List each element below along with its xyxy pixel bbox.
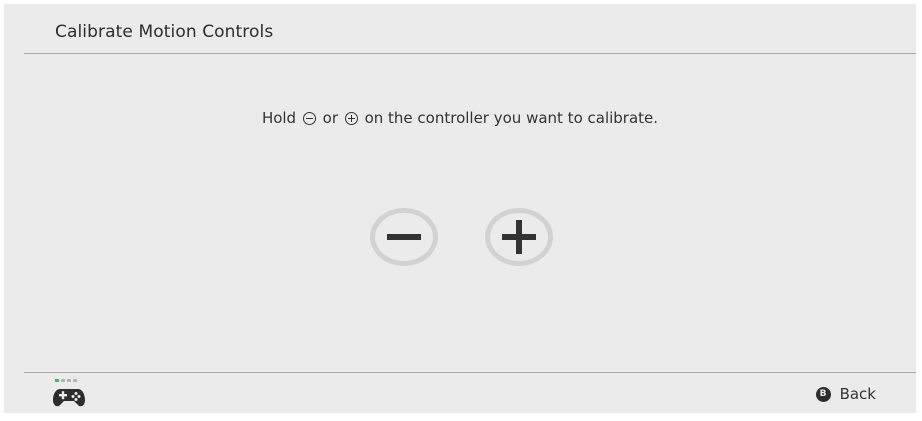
controller-status <box>52 379 86 409</box>
player-indicator-leds <box>55 379 77 382</box>
instruction-hold: Hold <box>261 109 297 127</box>
footer-divider <box>24 372 916 373</box>
instruction-or: or <box>322 109 339 127</box>
player-led-1 <box>55 379 59 382</box>
gamepad-icon <box>53 389 85 407</box>
inline-plus-icon <box>344 112 358 125</box>
minus-button[interactable] <box>370 208 438 266</box>
header-divider <box>24 53 916 54</box>
player-led-2 <box>61 379 65 382</box>
player-led-3 <box>67 379 71 382</box>
minus-icon <box>387 234 421 240</box>
calibrate-motion-screen: Calibrate Motion Controls Hold or on the… <box>4 4 916 413</box>
b-button-icon: B <box>815 386 831 402</box>
player-led-4 <box>73 379 77 382</box>
back-button[interactable]: B Back <box>815 384 876 404</box>
inline-minus-icon <box>302 112 316 125</box>
plus-button[interactable] <box>485 208 553 266</box>
back-label: Back <box>839 385 876 403</box>
page-title: Calibrate Motion Controls <box>55 22 274 42</box>
instruction-text: Hold or on the controller you want to ca… <box>4 109 916 127</box>
instruction-rest: on the controller you want to calibrate. <box>364 109 659 127</box>
